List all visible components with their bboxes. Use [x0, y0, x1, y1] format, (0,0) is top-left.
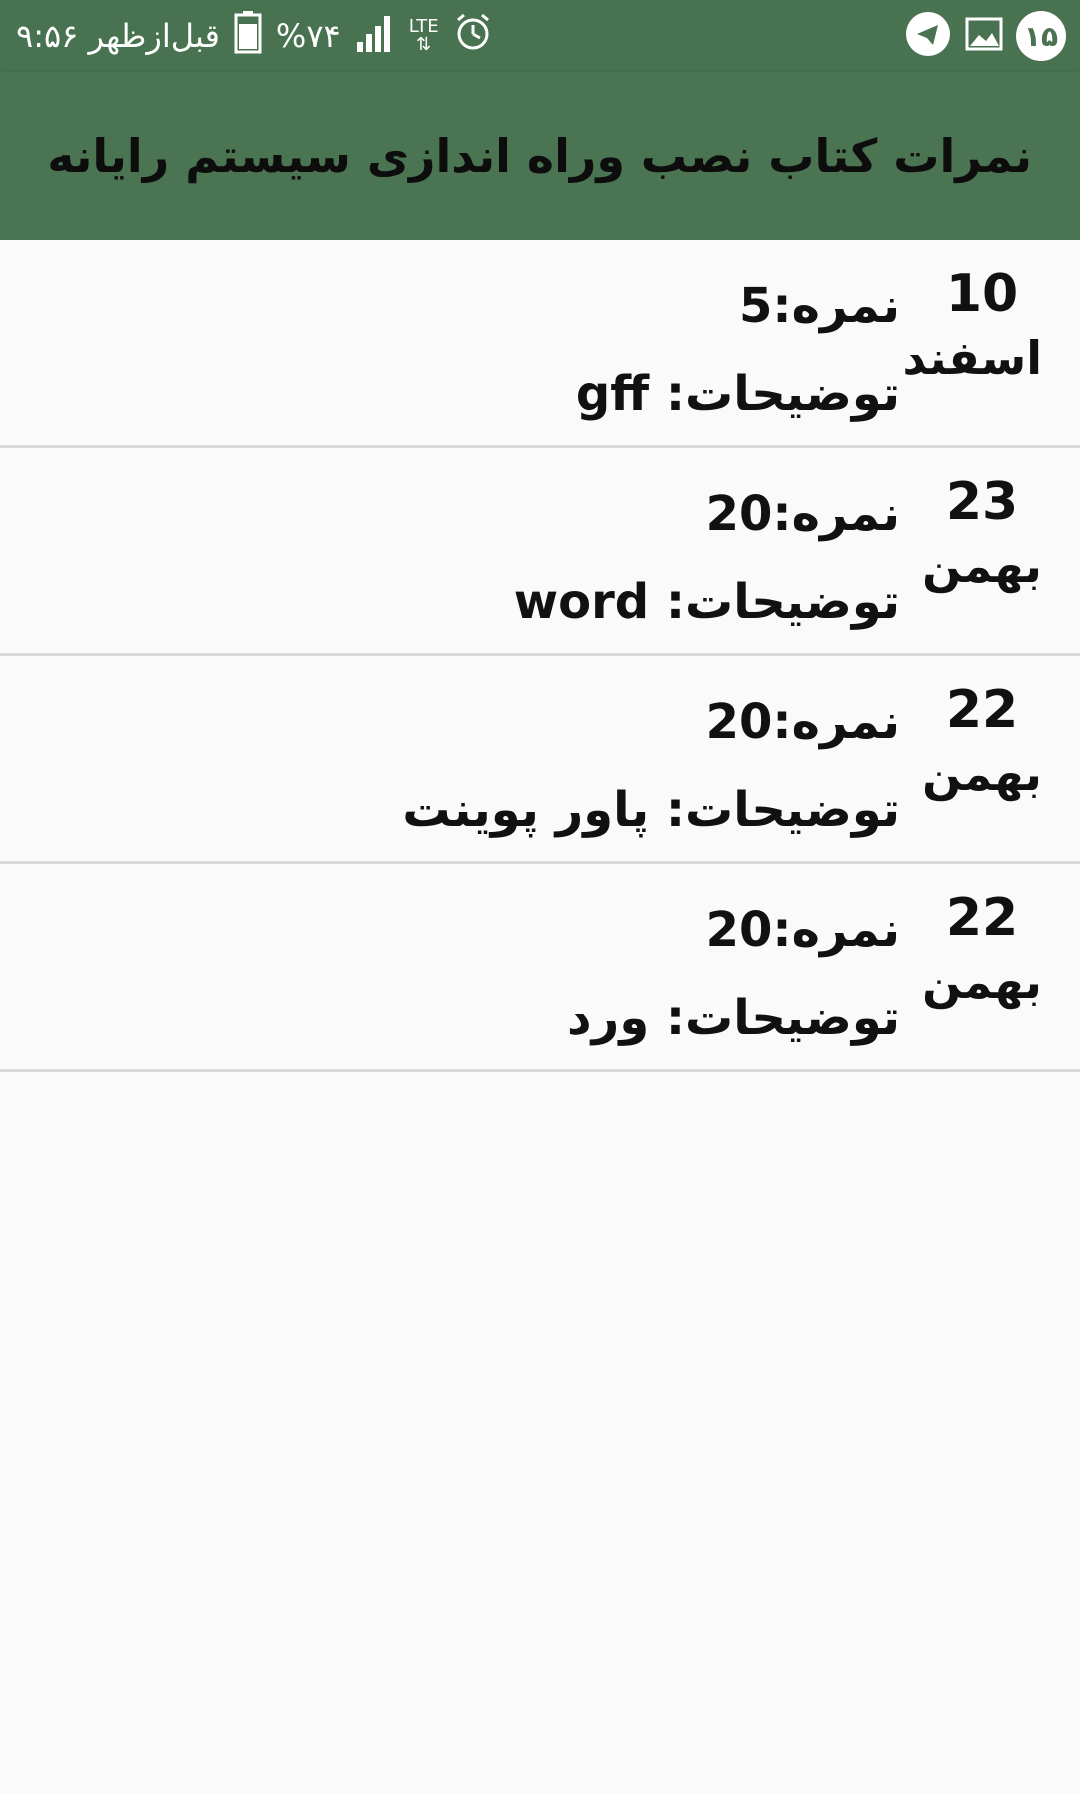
battery-icon — [234, 10, 262, 62]
month-name: بهمن — [922, 747, 1042, 801]
grade-info: نمره:20 توضیحات: پاور پوینت — [402, 678, 900, 854]
status-left: ۹:۵۶ قبل‌ازظهر %۷۴ LTE ⇅ — [16, 0, 493, 72]
description: توضیحات: word — [513, 574, 900, 630]
score: نمره:20 — [705, 902, 900, 958]
day-number: 23 — [945, 472, 1019, 532]
list-item[interactable]: 22 بهمن نمره:20 توضیحات: ورد — [0, 864, 1080, 1072]
description: توضیحات: gff — [575, 366, 900, 422]
clock: ۹:۵۶ قبل‌ازظهر — [16, 17, 220, 55]
date-block: 10 اسفند — [902, 262, 1042, 390]
date-block: 22 بهمن — [922, 886, 1042, 1014]
list-item[interactable]: 22 بهمن نمره:20 توضیحات: پاور پوینت — [0, 656, 1080, 864]
status-right: ۱۵ — [904, 0, 1066, 72]
telegram-icon — [904, 10, 952, 62]
grade-info: نمره:5 توضیحات: gff — [576, 262, 900, 438]
alarm-icon — [453, 12, 493, 60]
signal-icon — [355, 12, 395, 60]
status-bar: ۹:۵۶ قبل‌ازظهر %۷۴ LTE ⇅ — [0, 0, 1080, 72]
score: نمره:20 — [705, 486, 900, 542]
date-block: 23 بهمن — [922, 470, 1042, 598]
date-block: 22 بهمن — [922, 678, 1042, 806]
day-number: 22 — [945, 680, 1019, 740]
grade-info: نمره:20 توضیحات: ورد — [567, 886, 900, 1062]
list-item[interactable]: 23 بهمن نمره:20 توضیحات: word — [0, 448, 1080, 656]
list-item[interactable]: 10 اسفند نمره:5 توضیحات: gff — [0, 240, 1080, 448]
grades-list: 10 اسفند نمره:5 توضیحات: gff 23 بهمن نمر… — [0, 240, 1080, 1072]
app-bar: نمرات کتاب نصب وراه اندازی سیستم رایانه — [0, 72, 1080, 240]
page-title: نمرات کتاب نصب وراه اندازی سیستم رایانه — [47, 129, 1032, 183]
notification-count-badge: ۱۵ — [1016, 11, 1066, 61]
month-name: اسفند — [902, 331, 1042, 385]
score: نمره:20 — [705, 694, 900, 750]
gallery-icon — [964, 14, 1004, 58]
battery-percent: %۷۴ — [275, 17, 341, 55]
score: نمره:5 — [739, 278, 900, 334]
description: توضیحات: پاور پوینت — [402, 782, 900, 838]
description: توضیحات: ورد — [567, 990, 900, 1046]
month-name: بهمن — [922, 955, 1042, 1009]
day-number: 10 — [945, 264, 1019, 324]
month-name: بهمن — [922, 539, 1042, 593]
grade-info: نمره:20 توضیحات: word — [514, 470, 900, 646]
data-arrows-icon: ⇅ — [416, 34, 432, 55]
network-indicator: LTE ⇅ — [409, 18, 439, 54]
day-number: 22 — [945, 888, 1019, 948]
